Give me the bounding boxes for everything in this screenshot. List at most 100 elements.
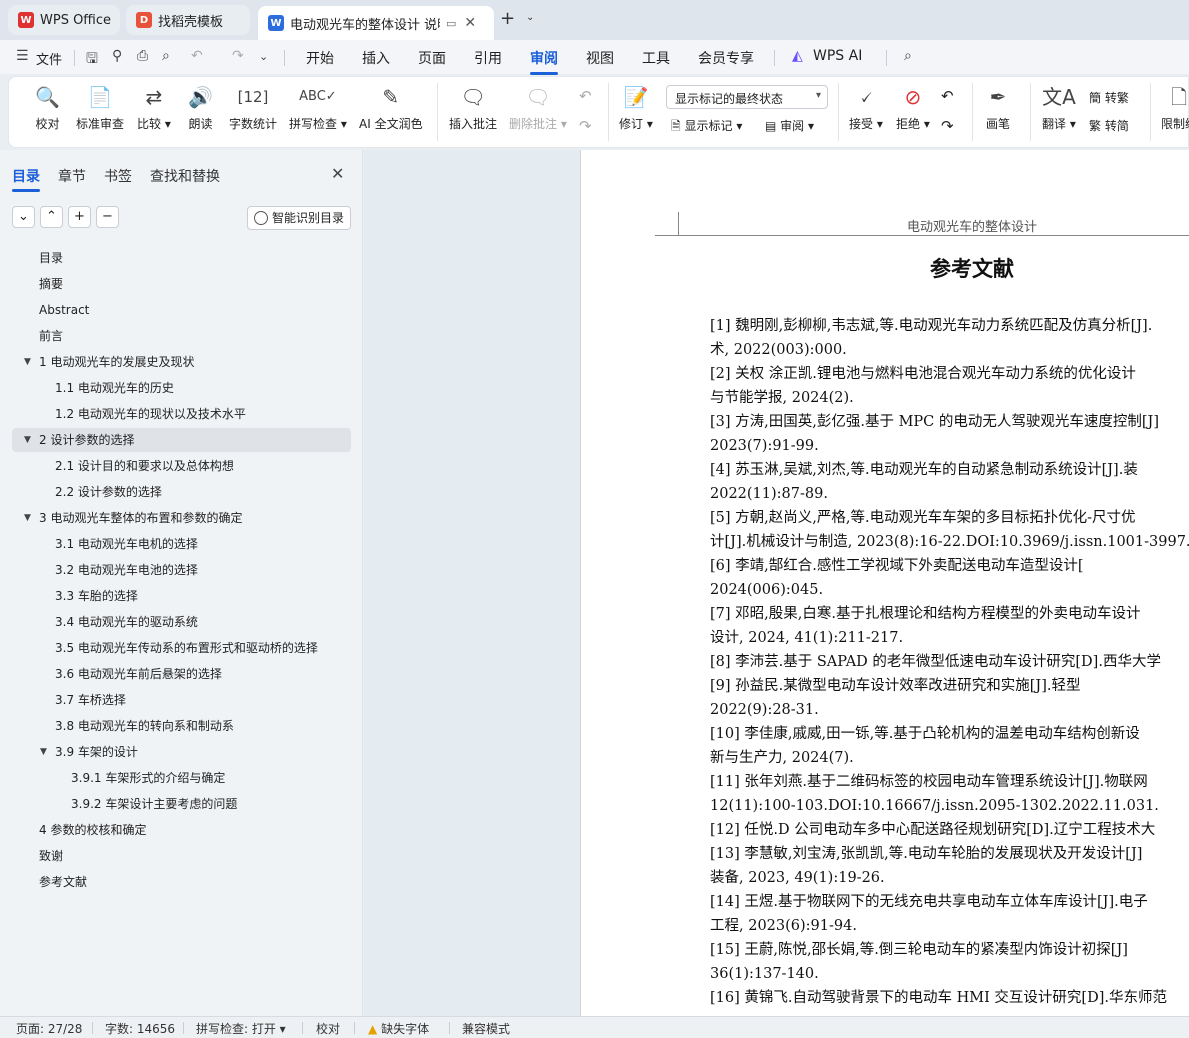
menu-file[interactable]: 文件: [36, 49, 62, 68]
menu-tools[interactable]: 工具: [642, 48, 670, 68]
add-heading-button[interactable]: +: [68, 206, 91, 228]
missing-font-indicator[interactable]: ▲ 缺失字体: [368, 1020, 429, 1037]
search-icon[interactable]: ⌕: [904, 48, 912, 64]
close-icon[interactable]: ✕: [464, 15, 476, 31]
tab-wps-office[interactable]: W WPS Office: [8, 5, 120, 35]
redo-icon[interactable]: ↷: [232, 48, 244, 64]
reference-line: [9] 孙益民.某微型电动车设计效率改进研究和实施[J].轻型: [710, 678, 1081, 694]
undo-icon[interactable]: ↶: [191, 48, 203, 64]
toc-item[interactable]: 目录: [12, 246, 351, 270]
word-count-button[interactable]: [12] 字数统计: [229, 83, 277, 132]
toc-item[interactable]: 1.1 电动观光车的历史: [12, 376, 351, 400]
toc-item[interactable]: 3.8 电动观光车的转向系和制动系: [12, 714, 351, 738]
tab-document[interactable]: W 电动观光车的整体设计 说明书 ▭ ✕: [258, 6, 494, 40]
menu-insert[interactable]: 插入: [362, 48, 390, 68]
tab-chapters[interactable]: 章节: [58, 166, 86, 186]
spell-check-indicator[interactable]: 拼写检查: 打开 ▾: [196, 1020, 286, 1037]
remove-heading-button[interactable]: −: [96, 206, 119, 228]
tab-find-replace[interactable]: 查找和替换: [150, 166, 220, 186]
previous-comment-icon[interactable]: ↶: [579, 87, 592, 105]
toc-item[interactable]: 3.6 电动观光车前后悬架的选择: [12, 662, 351, 686]
toc-item[interactable]: 2.1 设计目的和要求以及总体构想: [12, 454, 351, 478]
save-icon[interactable]: 🖫: [86, 48, 98, 72]
toc-item[interactable]: 4 参数的校核和确定: [12, 818, 351, 842]
menu-references[interactable]: 引用: [474, 48, 502, 68]
expand-triangle-icon[interactable]: ▼: [40, 740, 47, 764]
menu-wps-ai[interactable]: WPS AI: [813, 48, 862, 64]
accept-button[interactable]: 🗸 接受 ▾: [849, 83, 883, 132]
print-preview-icon[interactable]: ⌕: [162, 48, 170, 64]
menu-view[interactable]: 视图: [586, 48, 614, 68]
toc-item[interactable]: 3.9.1 车架形式的介绍与确定: [12, 766, 351, 790]
menu-home[interactable]: 开始: [306, 48, 334, 68]
proof-indicator[interactable]: 校对: [316, 1020, 340, 1037]
spell-check-button[interactable]: ABC✓ 拼写检查 ▾: [289, 83, 347, 132]
menu-page[interactable]: 页面: [418, 48, 446, 68]
collapse-all-button[interactable]: ⌄: [12, 206, 35, 228]
toc-item[interactable]: 3.9.2 车架设计主要考虑的问题: [12, 792, 351, 816]
close-icon[interactable]: ✕: [331, 164, 344, 183]
read-aloud-button[interactable]: 🔊 朗读: [188, 83, 213, 132]
tab-bookmarks[interactable]: 书签: [104, 166, 132, 186]
smart-toc-button[interactable]: 智能识别目录: [247, 206, 351, 230]
insert-comment-button[interactable]: 🗨 插入批注: [449, 83, 497, 132]
to-traditional-button[interactable]: 簡 转繁: [1089, 89, 1129, 106]
toc-item[interactable]: 3.5 电动观光车传动系的布置形式和驱动桥的选择: [12, 636, 351, 660]
menu-membership[interactable]: 会员专享: [698, 48, 754, 68]
restrict-editing-button[interactable]: 🗋 限制编: [1161, 83, 1189, 132]
hamburger-icon[interactable]: ☰: [16, 48, 29, 64]
toc-item[interactable]: 3.3 车胎的选择: [12, 584, 351, 608]
speaker-icon: 🔊: [188, 85, 213, 109]
reference-line: [2] 关权 涂正凯.锂电池与燃料电池混合观光车动力系统的优化设计: [710, 366, 1136, 382]
proof-button[interactable]: 🔍 校对: [35, 83, 60, 132]
toc-item[interactable]: 3.7 车桥选择: [12, 688, 351, 712]
show-markup-icon: 🗎: [671, 119, 681, 133]
tab-toc[interactable]: 目录: [12, 166, 40, 192]
ai-proof-button[interactable]: ✎ AI 全文润色: [359, 83, 423, 132]
pen-button[interactable]: ✒ 画笔: [986, 83, 1010, 132]
next-comment-icon[interactable]: ↷: [579, 117, 592, 135]
new-tab-icon[interactable]: +: [500, 8, 515, 29]
toc-item[interactable]: ▼ 3.9 车架的设计: [12, 740, 351, 764]
show-markup-button[interactable]: 🗎 显示标记 ▾: [671, 117, 742, 138]
document-page[interactable]: 电动观光车的整体设计 参考文献 [1] 魏明刚,彭柳柳,韦志斌,等.电动观光车动…: [580, 150, 1189, 1016]
expand-triangle-icon[interactable]: ▼: [24, 350, 31, 374]
expand-triangle-icon[interactable]: ▼: [24, 428, 31, 452]
toc-item[interactable]: 2.2 设计参数的选择: [12, 480, 351, 504]
compare-button[interactable]: ⇄ 比较 ▾: [137, 83, 171, 132]
toc-item[interactable]: 致谢: [12, 844, 351, 868]
reject-button[interactable]: ⊘ 拒绝 ▾: [896, 83, 930, 132]
toc-item[interactable]: 3.4 电动观光车的驱动系统: [12, 610, 351, 634]
track-changes-button[interactable]: 📝 修订 ▾: [619, 83, 653, 132]
delete-comment-button[interactable]: 🗨 删除批注 ▾: [509, 83, 567, 132]
comment-add-icon: 🗨: [460, 85, 486, 109]
expand-triangle-icon[interactable]: ▼: [24, 506, 31, 530]
chevron-down-icon[interactable]: ⌄: [259, 50, 268, 63]
link-icon[interactable]: ⚲: [112, 48, 122, 64]
toc-item[interactable]: ▼ 2 设计参数的选择: [12, 428, 351, 452]
toc-item[interactable]: 摘要: [12, 272, 351, 296]
ai-icon: [254, 211, 268, 225]
word-count-indicator[interactable]: 字数: 14656: [105, 1020, 175, 1037]
toc-item[interactable]: Abstract: [12, 298, 351, 322]
next-change-icon[interactable]: ↷: [941, 117, 954, 135]
review-pane-button[interactable]: ▤ 审阅 ▾: [765, 117, 814, 134]
menu-review[interactable]: 审阅: [530, 48, 558, 75]
standard-review-button[interactable]: 📄 标准审查: [76, 83, 124, 132]
previous-change-icon[interactable]: ↶: [941, 87, 954, 105]
markup-mode-select[interactable]: 显示标记的最终状态 ▾: [666, 85, 828, 109]
to-simplified-button[interactable]: 繁 转简: [1089, 117, 1129, 134]
translate-button[interactable]: 文A 翻译 ▾: [1042, 83, 1076, 132]
expand-up-button[interactable]: ⌃: [40, 206, 63, 228]
toc-item[interactable]: 前言: [12, 324, 351, 348]
tab-docer[interactable]: D 找稻壳模板: [126, 5, 250, 35]
toc-item[interactable]: ▼ 3 电动观光车整体的布置和参数的确定: [12, 506, 351, 530]
chevron-down-icon[interactable]: ⌄: [526, 12, 534, 23]
toc-item[interactable]: 1.2 电动观光车的现状以及技术水平: [12, 402, 351, 426]
page-indicator[interactable]: 页面: 27/28: [16, 1020, 82, 1037]
toc-item[interactable]: 3.1 电动观光车电机的选择: [12, 532, 351, 556]
toc-item[interactable]: 3.2 电动观光车电池的选择: [12, 558, 351, 582]
toc-item[interactable]: 参考文献: [12, 870, 351, 894]
toc-item[interactable]: ▼ 1 电动观光车的发展史及现状: [12, 350, 351, 374]
print-icon[interactable]: ⎙: [137, 48, 148, 64]
